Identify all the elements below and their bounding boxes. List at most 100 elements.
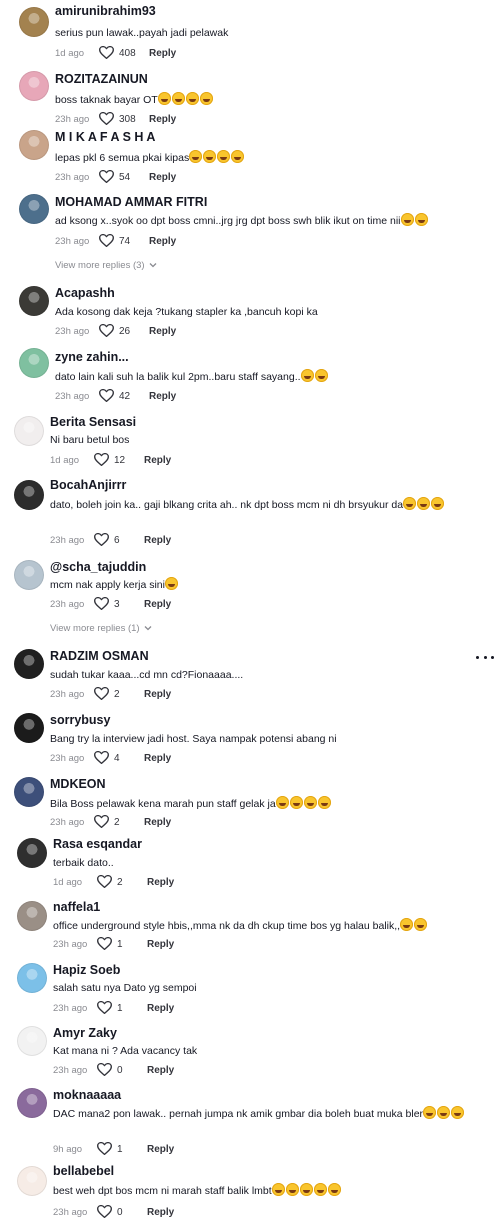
reply-button[interactable]: Reply bbox=[144, 753, 171, 764]
avatar[interactable] bbox=[19, 286, 49, 316]
avatar[interactable] bbox=[19, 7, 49, 37]
reply-button[interactable]: Reply bbox=[147, 1144, 174, 1155]
avatar[interactable] bbox=[14, 713, 44, 743]
reply-button[interactable]: Reply bbox=[147, 1003, 174, 1014]
avatar[interactable] bbox=[17, 1166, 47, 1196]
username[interactable]: RADZIM OSMAN bbox=[50, 649, 149, 663]
comment-meta: 23h ago 1 Reply bbox=[53, 937, 174, 951]
comment-meta: 23h ago 4 Reply bbox=[50, 751, 171, 765]
heart-icon[interactable] bbox=[97, 1142, 112, 1156]
heart-icon[interactable] bbox=[94, 751, 109, 765]
view-more-replies-button[interactable]: View more replies (1) bbox=[50, 623, 152, 634]
comment-text-content: terbaik dato.. bbox=[53, 857, 114, 869]
more-options-icon[interactable] bbox=[476, 650, 494, 664]
reply-button[interactable]: Reply bbox=[144, 599, 171, 610]
heart-icon[interactable] bbox=[99, 324, 114, 338]
heart-icon[interactable] bbox=[99, 389, 114, 403]
username[interactable]: amirunibrahim93 bbox=[55, 4, 156, 18]
avatar[interactable] bbox=[14, 416, 44, 446]
heart-icon[interactable] bbox=[99, 112, 114, 126]
heart-icon[interactable] bbox=[97, 875, 112, 889]
username[interactable]: naffela1 bbox=[53, 900, 100, 914]
heart-icon[interactable] bbox=[94, 815, 109, 829]
reply-button[interactable]: Reply bbox=[149, 236, 176, 247]
heart-icon[interactable] bbox=[99, 170, 114, 184]
heart-icon[interactable] bbox=[99, 234, 114, 248]
avatar[interactable] bbox=[14, 480, 44, 510]
laughing-emoji-icon bbox=[164, 577, 178, 590]
avatar[interactable] bbox=[14, 560, 44, 590]
timestamp: 23h ago bbox=[50, 752, 85, 764]
laughing-emoji-icon bbox=[431, 497, 445, 510]
comment-meta: 23h ago 0 Reply bbox=[53, 1063, 174, 1077]
comment-meta: 23h ago 2 Reply bbox=[50, 815, 171, 829]
heart-icon[interactable] bbox=[97, 1205, 112, 1219]
comment-text-content: Bang try la interview jadi host. Saya na… bbox=[50, 733, 337, 745]
reply-button[interactable]: Reply bbox=[147, 1065, 174, 1076]
heart-icon[interactable] bbox=[94, 687, 109, 701]
timestamp: 23h ago bbox=[50, 816, 85, 828]
reply-button[interactable]: Reply bbox=[144, 817, 171, 828]
username[interactable]: Hapiz Soeb bbox=[53, 963, 120, 977]
avatar[interactable] bbox=[17, 1088, 47, 1118]
timestamp: 23h ago bbox=[55, 390, 90, 402]
avatar[interactable] bbox=[19, 348, 49, 378]
comment-text: Bila Boss pelawak kena marah pun staff g… bbox=[50, 796, 470, 812]
avatar[interactable] bbox=[19, 194, 49, 224]
username[interactable]: sorrybusy bbox=[50, 713, 110, 727]
reply-button[interactable]: Reply bbox=[147, 939, 174, 950]
reply-button[interactable]: Reply bbox=[149, 391, 176, 402]
username[interactable]: moknaaaaa bbox=[53, 1088, 121, 1102]
reply-button[interactable]: Reply bbox=[149, 326, 176, 337]
comment-meta: 1d ago 408 Reply bbox=[55, 46, 176, 60]
username[interactable]: MDKEON bbox=[50, 777, 106, 791]
timestamp: 23h ago bbox=[55, 171, 90, 183]
reply-button[interactable]: Reply bbox=[149, 48, 176, 59]
comment-text: mcm nak apply kerja sini bbox=[50, 577, 470, 593]
reply-button[interactable]: Reply bbox=[144, 535, 171, 546]
like-count: 12 bbox=[114, 454, 126, 466]
heart-icon[interactable] bbox=[94, 533, 109, 547]
heart-icon[interactable] bbox=[94, 453, 109, 467]
heart-icon[interactable] bbox=[97, 1001, 112, 1015]
avatar[interactable] bbox=[17, 963, 47, 993]
reply-button[interactable]: Reply bbox=[144, 455, 171, 466]
comment-text: dato lain kali suh la balik kul 2pm..bar… bbox=[55, 369, 475, 385]
reply-button[interactable]: Reply bbox=[144, 689, 171, 700]
avatar[interactable] bbox=[14, 649, 44, 679]
avatar[interactable] bbox=[17, 1026, 47, 1056]
avatar[interactable] bbox=[17, 901, 47, 931]
comment-meta: 1d ago 2 Reply bbox=[53, 875, 174, 889]
username[interactable]: ROZITAZAINUN bbox=[55, 72, 148, 86]
heart-icon[interactable] bbox=[97, 937, 112, 951]
username[interactable]: Acapashh bbox=[55, 286, 115, 300]
heart-icon[interactable] bbox=[99, 46, 114, 60]
username[interactable]: MOHAMAD AMMAR FITRI bbox=[55, 195, 207, 209]
username[interactable]: BocahAnjirrr bbox=[50, 478, 126, 492]
avatar[interactable] bbox=[19, 71, 49, 101]
heart-icon[interactable] bbox=[97, 1063, 112, 1077]
like-count: 74 bbox=[119, 235, 131, 247]
timestamp: 23h ago bbox=[53, 938, 88, 950]
username[interactable]: Amyr Zaky bbox=[53, 1026, 117, 1040]
view-more-replies-button[interactable]: View more replies (3) bbox=[55, 260, 157, 271]
reply-button[interactable]: Reply bbox=[149, 114, 176, 125]
username[interactable]: M I K A F A S H A bbox=[55, 130, 155, 144]
avatar[interactable] bbox=[19, 130, 49, 160]
reply-button[interactable]: Reply bbox=[149, 172, 176, 183]
timestamp: 23h ago bbox=[53, 1206, 88, 1218]
username[interactable]: zyne zahin... bbox=[55, 350, 129, 364]
username[interactable]: Berita Sensasi bbox=[50, 415, 136, 429]
reply-button[interactable]: Reply bbox=[147, 1207, 174, 1218]
username[interactable]: Rasa esqandar bbox=[53, 837, 142, 851]
avatar[interactable] bbox=[14, 777, 44, 807]
username[interactable]: @scha_tajuddin bbox=[50, 560, 146, 574]
avatar[interactable] bbox=[17, 838, 47, 868]
username[interactable]: bellabebel bbox=[53, 1164, 114, 1178]
timestamp: 9h ago bbox=[53, 1143, 83, 1155]
reply-button[interactable]: Reply bbox=[147, 877, 174, 888]
heart-icon[interactable] bbox=[94, 597, 109, 611]
laughing-emoji-icon bbox=[423, 1106, 437, 1119]
comment-text-content: Ni baru betul bos bbox=[50, 434, 130, 446]
like-count: 2 bbox=[114, 816, 120, 828]
